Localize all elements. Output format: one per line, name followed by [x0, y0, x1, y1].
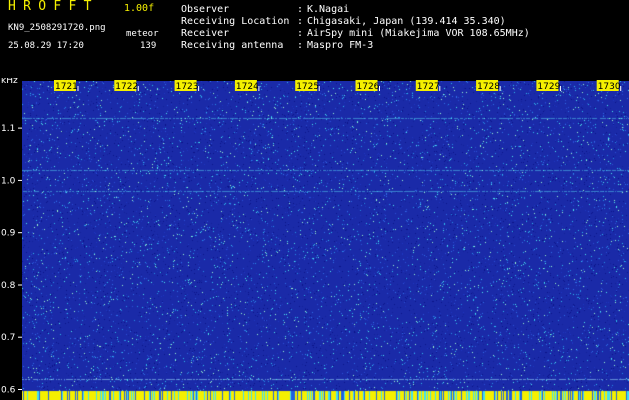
observer-label: Observer — [181, 4, 230, 15]
header: HROFFT 1.00f KN9_2508291720.png meteor 2… — [0, 0, 629, 78]
freq-tick-label: 0.8 — [1, 281, 16, 291]
waterfall-plot: kHz 1.1 1.0 0.9 0.8 0.7 0.6 1721 1722 1723 1724 1… — [0, 78, 629, 400]
meteor-count: 139 — [140, 41, 157, 51]
time-label: 1728 — [477, 82, 500, 92]
time-label: 1726 — [357, 82, 380, 92]
mode-label: meteor — [126, 29, 159, 39]
filename-label: KN9_2508291720.png — [8, 23, 106, 33]
app-title: HROFFT — [8, 0, 99, 14]
antenna-value: Maspro FM-3 — [307, 40, 374, 51]
freq-tick-label: 0.9 — [1, 229, 16, 239]
version-label: 1.00f — [124, 3, 155, 14]
time-label: 1730 — [598, 82, 621, 92]
time-label: 1729 — [537, 82, 560, 92]
receiver-value: AirSpy mini (Miakejima VOR 108.65MHz) — [307, 28, 530, 39]
time-label: 1722 — [115, 82, 138, 92]
receiver-separator: : — [297, 28, 304, 39]
antenna-separator: : — [297, 40, 304, 51]
time-label: 1724 — [236, 82, 259, 92]
time-label: 1727 — [417, 82, 440, 92]
observer-separator: : — [297, 4, 304, 15]
freq-unit-label: kHz — [1, 78, 18, 86]
datetime-label: 25.08.29 17:20 — [8, 41, 84, 51]
freq-tick-label: 1.1 — [1, 124, 15, 134]
freq-tick-label: 1.0 — [1, 176, 16, 186]
time-label: 1723 — [176, 82, 199, 92]
location-value: Chigasaki, Japan (139.414 35.340) — [307, 16, 506, 27]
freq-tick-label: 0.7 — [1, 333, 15, 343]
freq-axis: 1.1 1.0 0.9 0.8 0.7 0.6 — [1, 124, 22, 396]
receiver-label: Receiver — [181, 28, 230, 39]
freq-tick-label: 0.6 — [1, 386, 16, 396]
waterfall-overlay: kHz 1.11.00.90.80.70.6 1721 1722 1723 1724 1… — [1, 78, 622, 396]
time-label: 1721 — [55, 82, 78, 92]
observer-value: K.Nagai — [307, 4, 350, 15]
location-separator: : — [297, 16, 304, 27]
antenna-label: Receiving antenna — [181, 40, 284, 51]
time-label: 1725 — [296, 82, 319, 92]
time-axis: 1721 1722 1723 1724 1725 1726 1727 1728 1729 1730 — [54, 80, 622, 92]
location-label: Receiving Location — [181, 16, 290, 27]
